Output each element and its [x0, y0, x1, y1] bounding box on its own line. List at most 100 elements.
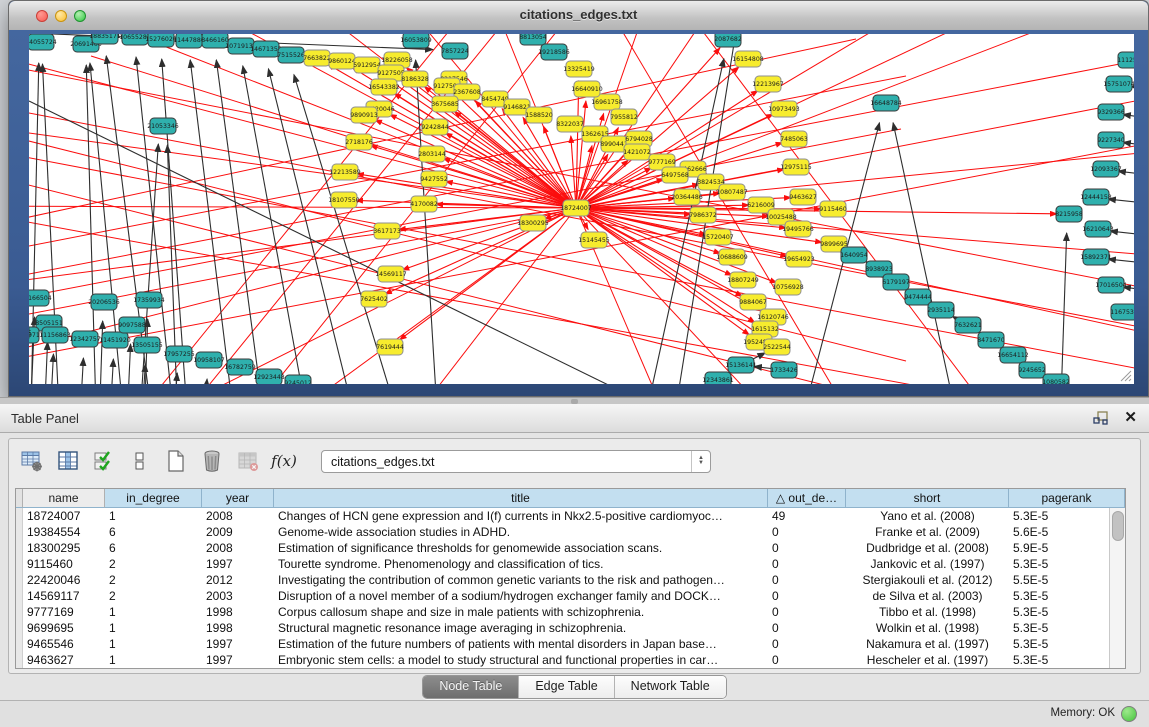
graph-node[interactable]: 9474444 — [904, 289, 932, 305]
graph-node[interactable]: 12093367 — [1090, 161, 1122, 177]
graph-node[interactable]: 15892371 — [1080, 249, 1112, 265]
graph-node[interactable]: 16648784 — [870, 95, 902, 111]
table-row[interactable]: 969969511998Structural magnetic resonanc… — [16, 620, 1125, 636]
row-height-icon[interactable] — [127, 448, 153, 474]
table-select-dropdown[interactable]: citations_edges.txt ▲▼ — [321, 450, 711, 473]
graph-node[interactable]: 9860124 — [328, 53, 356, 69]
import-table-disabled-icon[interactable] — [235, 448, 261, 474]
graph-node[interactable]: 16053809 — [400, 34, 432, 48]
citation-network-graph[interactable]: 2405572420691406188351711065528715276020… — [29, 34, 1134, 384]
graph-node[interactable]: 1080582 — [1042, 374, 1070, 384]
graph-node[interactable]: 3617173 — [373, 223, 401, 239]
graph-node[interactable]: 6179197 — [882, 274, 910, 290]
table-row[interactable]: 2242004622012Investigating the contribut… — [16, 572, 1125, 588]
create-column-icon[interactable] — [163, 448, 189, 474]
graph-node[interactable]: 10958107 — [193, 352, 225, 368]
scrollbar-thumb[interactable] — [1112, 511, 1124, 541]
graph-node[interactable]: 12343861 — [702, 372, 734, 384]
graph-node[interactable]: 1167532 — [1110, 304, 1134, 320]
graph-node[interactable]: 2935114 — [927, 302, 955, 318]
tab-edge-table[interactable]: Edge Table — [519, 676, 614, 698]
graph-node[interactable]: 11447880 — [173, 34, 205, 48]
graph-node[interactable]: 17359934 — [133, 292, 165, 308]
graph-node[interactable]: 14569117 — [375, 266, 407, 282]
graph-node[interactable]: 10688609 — [716, 249, 748, 265]
graph-node[interactable]: 15751074 — [1103, 76, 1134, 92]
graph-node[interactable]: 9245012 — [284, 375, 312, 384]
column-header-title[interactable]: title — [274, 489, 768, 508]
memory-status-icon[interactable] — [1121, 706, 1137, 722]
graph-node[interactable]: 9242844 — [421, 119, 449, 135]
graph-node[interactable]: 8322037 — [556, 116, 584, 132]
graph-node[interactable]: 12923448 — [253, 369, 285, 384]
graph-node[interactable]: 18807249 — [727, 272, 759, 288]
resize-grip-icon[interactable] — [1119, 369, 1132, 382]
graph-node[interactable]: 2803144 — [418, 146, 446, 162]
graph-node[interactable]: 16654112 — [997, 347, 1029, 363]
tab-node-table[interactable]: Node Table — [423, 676, 519, 698]
graph-node[interactable]: 8813054 — [519, 34, 547, 45]
graph-node[interactable]: 17016504 — [1095, 277, 1127, 293]
column-header-year[interactable]: year — [202, 489, 274, 508]
graph-node[interactable]: 9329366 — [1097, 104, 1125, 120]
column-header-short[interactable]: short — [846, 489, 1009, 508]
graph-node[interactable]: 7955812 — [610, 109, 638, 125]
table-row[interactable]: 1456911722003Disruption of a novel membe… — [16, 588, 1125, 604]
select-columns-icon[interactable] — [91, 448, 117, 474]
graph-node[interactable]: 12975115 — [780, 159, 812, 175]
table-row[interactable]: 977716911998Corpus callosum shape and si… — [16, 604, 1125, 620]
graph-node[interactable]: 9115460 — [819, 201, 847, 217]
close-panel-icon[interactable]: ✕ — [1124, 408, 1137, 426]
table-row[interactable]: 911546021997Tourette syndrome. Phenomeno… — [16, 556, 1125, 572]
float-panel-icon[interactable] — [1093, 410, 1109, 426]
graph-node[interactable]: 1640954 — [840, 247, 868, 263]
graph-node[interactable]: 1588520 — [525, 107, 553, 123]
graph-node[interactable]: 7857224 — [441, 43, 469, 59]
show-columns-icon[interactable] — [55, 448, 81, 474]
graph-node[interactable]: 15276020 — [145, 34, 177, 47]
graph-node[interactable]: 7485063 — [780, 131, 808, 147]
graph-node[interactable]: 16543382 — [368, 79, 400, 95]
graph-node[interactable]: 10807487 — [716, 184, 748, 200]
graph-node[interactable]: 7625402 — [360, 291, 388, 307]
graph-node[interactable]: 25166504 — [29, 290, 52, 306]
graph-node[interactable]: 2718176 — [345, 134, 373, 150]
table-row[interactable]: 946554611997Estimation of the future num… — [16, 636, 1125, 652]
network-canvas[interactable]: 2405572420691406188351711065528715276020… — [29, 34, 1134, 384]
graph-node[interactable]: 7515526 — [277, 47, 305, 63]
graph-node[interactable]: 19654923 — [783, 251, 815, 267]
function-builder-icon[interactable]: f(x) — [271, 448, 297, 474]
graph-node[interactable]: 2522544 — [763, 339, 791, 355]
graph-node[interactable]: 7619444 — [376, 339, 404, 355]
graph-node[interactable]: 4170082 — [410, 196, 438, 212]
graph-node[interactable]: 1421072 — [623, 144, 651, 160]
graph-node[interactable]: 16210643 — [1082, 221, 1114, 237]
table-row[interactable]: 1830029562008Estimation of significance … — [16, 540, 1125, 556]
graph-node[interactable]: 20364486 — [671, 189, 703, 205]
graph-node[interactable]: 13325419 — [563, 61, 595, 77]
column-header-pagerank[interactable]: pagerank — [1009, 489, 1125, 508]
graph-node[interactable]: 16154808 — [732, 51, 764, 67]
graph-node[interactable]: 9463627 — [789, 189, 817, 205]
tab-network-table[interactable]: Network Table — [615, 676, 726, 698]
graph-node[interactable]: 7986372 — [689, 207, 717, 223]
graph-node[interactable]: 8186328 — [401, 71, 429, 87]
graph-node[interactable]: 12444158 — [1080, 189, 1112, 205]
graph-node[interactable]: 9245652 — [1018, 362, 1046, 378]
graph-node[interactable]: 9890913 — [350, 107, 378, 123]
column-header-name[interactable]: name — [23, 489, 105, 508]
graph-node[interactable]: 12213967 — [752, 76, 784, 92]
graph-node[interactable]: 9884067 — [739, 294, 767, 310]
graph-node[interactable]: 15145455 — [578, 232, 610, 248]
graph-node[interactable]: 24055724 — [29, 34, 57, 50]
graph-node[interactable]: 18300295 — [517, 215, 549, 231]
graph-node[interactable]: 10973493 — [768, 101, 800, 117]
graph-node[interactable]: 18835171 — [89, 34, 121, 44]
graph-node[interactable]: 18107550 — [328, 192, 360, 208]
panel-splitter[interactable] — [0, 397, 1149, 404]
graph-node[interactable]: 11156863 — [39, 327, 71, 343]
graph-node[interactable]: 20206536 — [88, 294, 120, 310]
graph-node[interactable]: 13505155 — [131, 337, 163, 353]
graph-node[interactable]: 7663822 — [303, 50, 331, 66]
graph-node[interactable]: 1112538 — [1117, 52, 1134, 68]
